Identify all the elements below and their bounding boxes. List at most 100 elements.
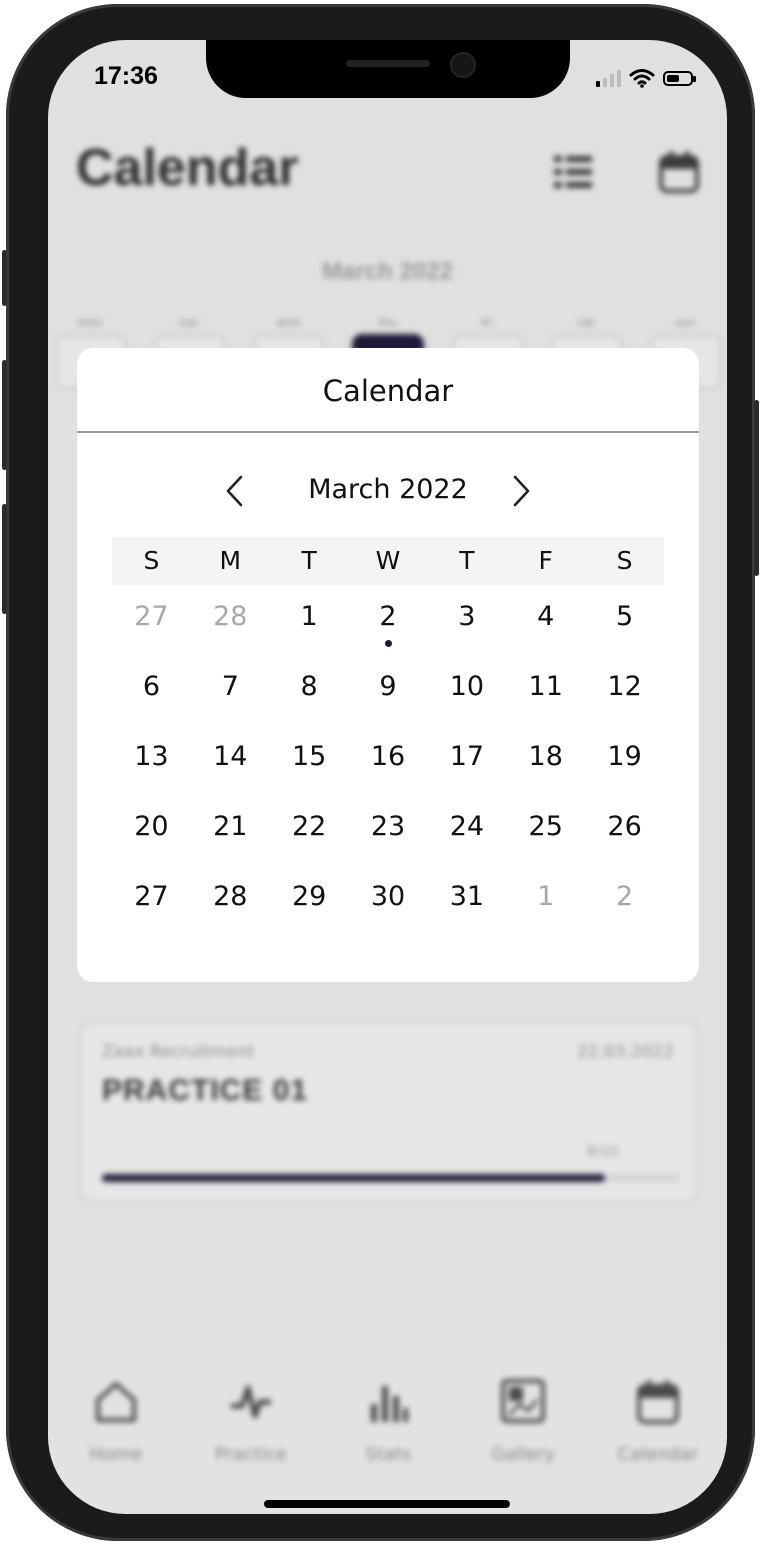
weekday-header-cell: S (616, 546, 633, 575)
day-number: 17 (449, 741, 485, 772)
day-number: 16 (370, 741, 406, 772)
notch (206, 40, 570, 98)
calendar-day[interactable]: 11 (506, 662, 585, 732)
calendar-day[interactable]: 4 (506, 592, 585, 662)
calendar-day[interactable]: 26 (585, 802, 664, 872)
calendar-icon[interactable] (658, 150, 700, 194)
wifi-icon (629, 69, 655, 88)
tab-practice[interactable]: Practice (191, 1378, 311, 1465)
calendar-day[interactable]: 3 (427, 592, 506, 662)
calendar-day[interactable]: 9 (349, 662, 428, 732)
calendar-day[interactable]: 2 (585, 872, 664, 942)
day-number: 27 (134, 601, 169, 632)
day-number: 15 (291, 741, 327, 772)
calendar-day[interactable]: 14 (191, 732, 270, 802)
weekday-header-cell: T (459, 546, 475, 575)
day-number: 30 (370, 881, 406, 912)
day-number: 31 (449, 881, 485, 912)
tab-calendar[interactable]: Calendar (598, 1378, 718, 1465)
weekday-header-cell: F (538, 546, 553, 575)
day-number: 24 (449, 811, 485, 842)
tab-gallery[interactable]: Gallery (463, 1378, 583, 1465)
calendar-day[interactable]: 28 (191, 872, 270, 942)
day-number: 7 (221, 671, 239, 702)
weekday-header-cell: S (143, 546, 160, 575)
day-number: 6 (142, 671, 161, 702)
day-number: 26 (607, 811, 642, 842)
tab-bar: Home Practice Stats Gallery Calendar (48, 1344, 727, 1514)
calendar-day[interactable]: 5 (585, 592, 664, 662)
week-row: 20 21 22 23 24 25 26 (112, 802, 664, 872)
calendar-day[interactable]: 27 (112, 872, 191, 942)
bar-chart-icon (371, 1386, 408, 1422)
modal-title: Calendar (322, 374, 454, 408)
page-title: Calendar (76, 139, 299, 197)
day-number: 22 (291, 811, 327, 842)
calendar-day[interactable]: 23 (349, 802, 428, 872)
week-row: 13 14 15 16 17 18 19 (112, 732, 664, 802)
calendar-day[interactable]: 27 (112, 592, 191, 662)
day-number: 1 (300, 601, 318, 632)
list-view-icon[interactable] (552, 152, 594, 192)
day-number: 19 (607, 741, 642, 772)
day-number: 1 (537, 881, 555, 912)
calendar-day[interactable]: 18 (506, 732, 585, 802)
calendar-day[interactable]: 31 (427, 872, 506, 942)
battery-icon (663, 70, 696, 86)
week-row: 27 28 1 2 3 4 5 (112, 592, 664, 662)
volume-down-button (2, 504, 7, 614)
weekday-header-cell: T (301, 546, 317, 575)
month-navigation: March 2022 (77, 466, 699, 516)
calendar-day[interactable]: 19 (585, 732, 664, 802)
day-number: 3 (458, 601, 476, 632)
calendar-day[interactable]: 30 (349, 872, 428, 942)
calendar-day[interactable]: 28 (191, 592, 270, 662)
day-number: 2 (379, 601, 397, 632)
calendar-day[interactable]: 29 (270, 872, 349, 942)
card-date: 22.03.2022 (576, 1042, 674, 1062)
tab-stats[interactable]: Stats (328, 1378, 448, 1465)
calendar-day[interactable]: 21 (191, 802, 270, 872)
practice-card[interactable]: Zaax Recruitment 22.03.2022 PRACTICE 01 … (80, 1022, 698, 1202)
day-number: 23 (370, 811, 406, 842)
day-number: 11 (528, 671, 563, 702)
status-time: 17:36 (94, 62, 158, 90)
home-indicator[interactable] (264, 1500, 510, 1508)
home-icon (96, 1382, 136, 1422)
calendar-day[interactable]: 16 (349, 732, 428, 802)
day-number: 8 (300, 671, 318, 702)
calendar-day[interactable]: 17 (427, 732, 506, 802)
calendar-day[interactable]: 10 (427, 662, 506, 732)
day-number: 2 (615, 881, 634, 912)
calendar-day[interactable]: 25 (506, 802, 585, 872)
next-month-button[interactable] (501, 466, 541, 516)
calendar-day[interactable]: 15 (270, 732, 349, 802)
calendar-day[interactable]: 7 (191, 662, 270, 732)
calendar-day[interactable]: 8 (270, 662, 349, 732)
card-subtitle: Zaax Recruitment (102, 1042, 255, 1062)
calendar-day[interactable]: 1 (270, 592, 349, 662)
calendar-day[interactable]: 6 (112, 662, 191, 732)
front-camera (450, 52, 476, 78)
day-number: 28 (213, 881, 248, 912)
calendar-day[interactable]: 1 (506, 872, 585, 942)
chevron-right-icon (513, 475, 530, 507)
progress-fill (102, 1174, 605, 1182)
calendar-day[interactable]: 13 (112, 732, 191, 802)
day-number: 28 (213, 601, 248, 632)
day-number: 21 (213, 811, 248, 842)
calendar-day[interactable]: 24 (427, 802, 506, 872)
pulse-icon (231, 1385, 271, 1419)
calendar-day[interactable]: 20 (112, 802, 191, 872)
day-number: 14 (213, 741, 248, 772)
week-row: 6 7 8 9 10 11 12 (112, 662, 664, 732)
calendar-day[interactable]: 22 (270, 802, 349, 872)
calendar-day[interactable]: 12 (585, 662, 664, 732)
calendar-day[interactable]: 2 (349, 592, 428, 662)
weekday-header-cell: W (375, 546, 401, 575)
mute-switch (2, 250, 7, 306)
day-number: 9 (379, 671, 397, 702)
tab-home[interactable]: Home (56, 1378, 176, 1465)
week-month-label: March 2022 (322, 258, 453, 285)
day-number: 29 (291, 881, 327, 912)
